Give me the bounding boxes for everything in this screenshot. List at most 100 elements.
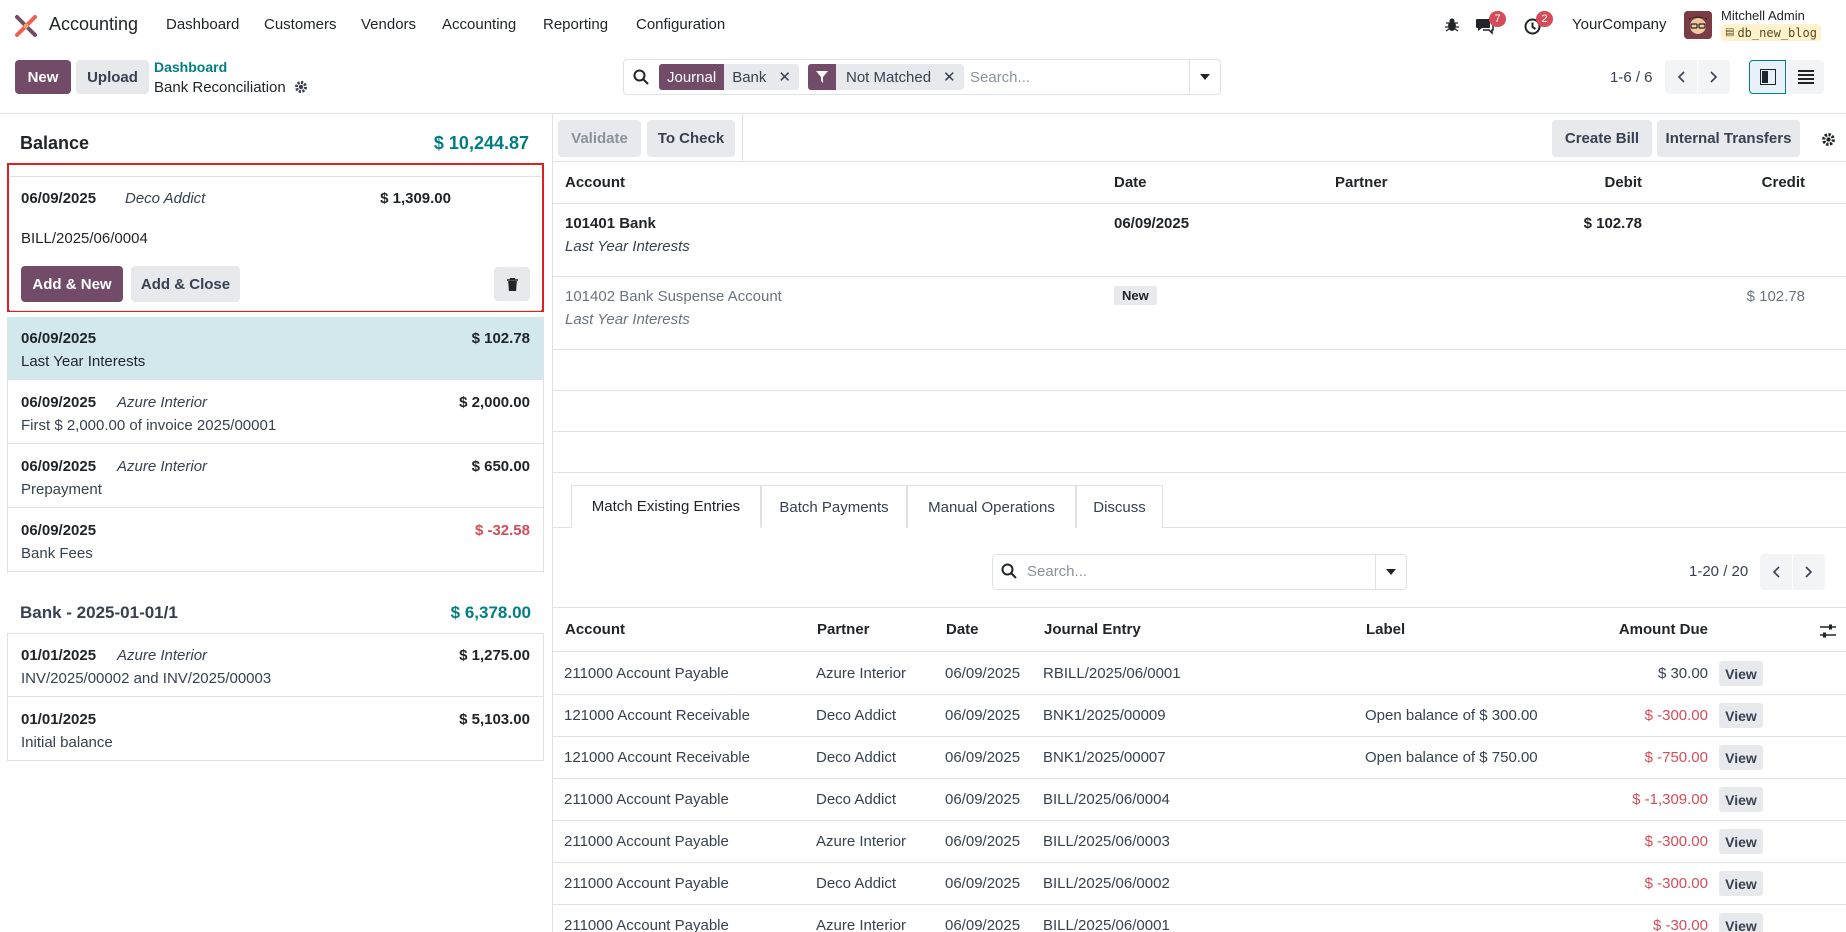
messages-count-badge: 7	[1489, 11, 1506, 27]
match-col-amount-due[interactable]: Amount Due	[1619, 621, 1708, 638]
statement-line[interactable]: 06/09/2025 Azure Interior $ 2,000.00 Fir…	[7, 381, 544, 444]
line-date: 06/09/2025	[21, 458, 97, 475]
search-options-chevron-icon[interactable]	[1190, 60, 1220, 94]
match-cell-journal-entry: BILL/2025/06/0003	[1043, 833, 1170, 850]
statement-line[interactable]: 06/09/2025 $ 102.78 Last Year Interests	[7, 317, 544, 380]
card-date: 06/09/2025	[21, 190, 97, 207]
match-pager-prev-icon[interactable]	[1760, 554, 1792, 590]
match-table-row[interactable]: 211000 Account Payable Azure Interior 06/0…	[552, 653, 1846, 695]
pager-prev-icon[interactable]	[1665, 60, 1697, 94]
entry-row[interactable]: 101402 Bank Suspense Account Last Year I…	[553, 278, 1846, 350]
match-col-partner[interactable]: Partner	[817, 621, 870, 638]
statement-line[interactable]: 06/09/2025 $ -32.58 Bank Fees	[7, 509, 544, 572]
breadcrumb-current: Bank Reconciliation	[154, 79, 286, 96]
statement-line[interactable]: 06/09/2025 Azure Interior $ 650.00 Prepa…	[7, 445, 544, 508]
nav-reporting[interactable]: Reporting	[543, 16, 608, 33]
line-date: 06/09/2025	[21, 330, 97, 347]
search-input[interactable]: Search...	[970, 69, 1030, 86]
pager-next-icon[interactable]	[1698, 60, 1730, 94]
nav-accounting[interactable]: Accounting	[442, 16, 516, 33]
match-table-row[interactable]: 211000 Account Payable Deco Addict 06/09/2…	[552, 779, 1846, 821]
validate-button[interactable]: Validate	[558, 120, 641, 157]
db-name-tag: ▤ db_new_blog	[1721, 24, 1821, 41]
view-button[interactable]: View	[1719, 745, 1763, 770]
statement-line[interactable]: 01/01/2025 Azure Interior $ 1,275.00 INV…	[7, 634, 544, 697]
match-cell-date: 06/09/2025	[945, 791, 1021, 808]
match-cell-date: 06/09/2025	[945, 833, 1021, 850]
match-table-row[interactable]: 211000 Account Payable Azure Interior 06/0…	[552, 821, 1846, 863]
breadcrumb-dashboard[interactable]: Dashboard	[154, 59, 227, 75]
tab-manual-operations[interactable]: Manual Operations	[907, 485, 1076, 528]
user-name[interactable]: Mitchell Admin	[1721, 8, 1805, 23]
tab-discuss[interactable]: Discuss	[1076, 485, 1163, 528]
match-table-row[interactable]: 211000 Account Payable Deco Addict 06/09/2…	[552, 863, 1846, 905]
database-icon: ▤	[1725, 27, 1735, 38]
match-table-row[interactable]: 121000 Account Receivable Deco Addict 06/0…	[552, 737, 1846, 779]
view-button[interactable]: View	[1719, 871, 1763, 896]
match-cell-partner: Azure Interior	[816, 833, 907, 850]
match-cell-amount-due: $ -300.00	[1644, 875, 1708, 892]
create-bill-button[interactable]: Create Bill	[1552, 120, 1652, 157]
view-button[interactable]: View	[1719, 913, 1763, 932]
match-pager-value[interactable]: 1-20 / 20	[1689, 563, 1748, 580]
tab-batch-payments[interactable]: Batch Payments	[761, 485, 907, 528]
nav-customers[interactable]: Customers	[264, 16, 337, 33]
internal-transfers-button[interactable]: Internal Transfers	[1657, 120, 1800, 157]
match-search-input[interactable]: Search...	[1027, 563, 1087, 580]
add-close-button[interactable]: Add & Close	[131, 266, 240, 302]
col-partner-header: Partner	[1335, 174, 1388, 191]
list-view-icon[interactable]	[1787, 60, 1824, 94]
match-cell-account: 211000 Account Payable	[564, 917, 729, 932]
nav-configuration[interactable]: Configuration	[636, 16, 725, 33]
settings-gear-icon[interactable]	[1818, 129, 1838, 149]
add-new-button[interactable]: Add & New	[21, 266, 123, 302]
column-settings-icon[interactable]	[1819, 622, 1837, 640]
col-debit-header: Debit	[1604, 174, 1643, 191]
avatar[interactable]	[1684, 11, 1712, 39]
kanban-view-icon[interactable]	[1749, 60, 1786, 94]
pager-value[interactable]: 1-6 / 6	[1610, 69, 1653, 86]
view-button[interactable]: View	[1719, 703, 1763, 728]
entry-row[interactable]: 101401 Bank Last Year Interests 06/09/20…	[553, 204, 1846, 277]
nav-vendors[interactable]: Vendors	[361, 16, 416, 33]
to-check-button[interactable]: To Check	[647, 120, 735, 157]
match-col-account[interactable]: Account	[565, 621, 625, 638]
line-partner: Azure Interior	[117, 647, 208, 664]
match-col-label[interactable]: Label	[1366, 621, 1405, 638]
bug-icon[interactable]	[1443, 16, 1461, 34]
trash-icon[interactable]	[494, 267, 530, 301]
line-amount: $ 1,275.00	[459, 647, 530, 664]
match-search-chevron-icon[interactable]	[1376, 555, 1406, 589]
match-cell-label: Open balance of $ 750.00	[1365, 749, 1538, 766]
app-logo-icon[interactable]	[14, 14, 38, 38]
match-pager-next-icon[interactable]	[1793, 554, 1825, 590]
line-amount: $ 650.00	[471, 458, 530, 475]
match-col-journal-entry[interactable]: Journal Entry	[1044, 621, 1141, 638]
upload-button[interactable]: Upload	[76, 60, 149, 94]
facet-journal-label: Journal	[659, 64, 725, 90]
match-table-row[interactable]: 121000 Account Receivable Deco Addict 06/0…	[552, 695, 1846, 737]
match-table-header: Account Partner Date Journal Entry Label…	[553, 607, 1846, 652]
facet-filter-remove-icon[interactable]: ✕	[939, 64, 964, 90]
new-button[interactable]: New	[15, 60, 71, 94]
app-name[interactable]: Accounting	[49, 14, 138, 35]
facet-journal-remove-icon[interactable]: ✕	[774, 64, 799, 90]
nav-dashboard[interactable]: Dashboard	[166, 16, 239, 33]
statement-line[interactable]: 01/01/2025 $ 5,103.00 Initial balance	[7, 698, 544, 761]
gear-icon[interactable]	[293, 79, 309, 95]
statement-label[interactable]: Bank - 2025-01-01/1	[20, 603, 178, 623]
entry-label: Last Year Interests	[565, 238, 690, 255]
entry-credit: $ 102.78	[1746, 288, 1805, 305]
view-button[interactable]: View	[1719, 829, 1763, 854]
facet-journal: Journal Bank ✕	[659, 64, 799, 90]
card-reference: BILL/2025/06/0004	[21, 230, 148, 247]
view-button[interactable]: View	[1719, 787, 1763, 812]
line-label: Prepayment	[21, 481, 102, 498]
company-switcher[interactable]: YourCompany	[1572, 16, 1667, 33]
tab-match-existing-entries[interactable]: Match Existing Entries	[571, 485, 761, 528]
match-table-row[interactable]: 211000 Account Payable Azure Interior 06/0…	[552, 905, 1846, 932]
match-cell-partner: Deco Addict	[816, 875, 897, 892]
line-amount: $ 5,103.00	[459, 711, 530, 728]
view-button[interactable]: View	[1719, 661, 1763, 686]
match-col-date[interactable]: Date	[946, 621, 979, 638]
